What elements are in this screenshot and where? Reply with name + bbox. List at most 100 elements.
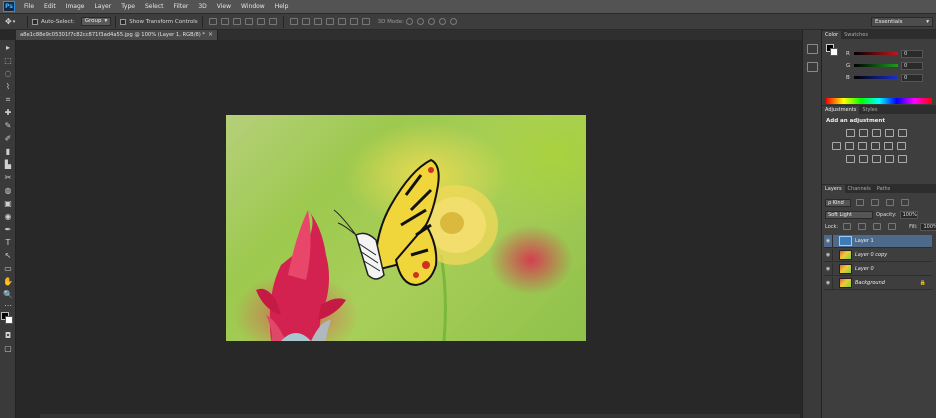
history-panel-icon[interactable] [807, 44, 818, 54]
fill-input[interactable]: 100% [920, 222, 936, 231]
menu-3d[interactable]: 3D [193, 3, 211, 10]
eye-icon[interactable]: ◉ [824, 248, 833, 262]
move-tool-icon[interactable]: ▸ [2, 42, 14, 53]
horizontal-scrollbar[interactable] [40, 414, 800, 418]
blur-tool-icon[interactable]: ▣ [2, 198, 14, 209]
channel-mixer-icon[interactable] [884, 142, 893, 150]
distribute-right-icon[interactable] [349, 18, 358, 25]
distribute-top-icon[interactable] [289, 18, 298, 25]
filter-type-icon[interactable] [886, 199, 894, 206]
auto-align-icon[interactable] [361, 18, 370, 25]
more-tools-icon[interactable]: ⋯ [2, 300, 14, 311]
lasso-tool-icon[interactable]: ◌ [2, 68, 14, 79]
tab-paths[interactable]: Paths [874, 185, 894, 193]
quick-select-tool-icon[interactable]: ⌇ [2, 81, 14, 92]
exposure-icon[interactable] [885, 129, 894, 137]
menu-layer[interactable]: Layer [89, 3, 116, 10]
gradient-map-icon[interactable] [885, 155, 894, 163]
lock-transparent-icon[interactable] [843, 223, 852, 230]
distribute-bottom-icon[interactable] [313, 18, 322, 25]
auto-select-dropdown[interactable]: Group ▾ [80, 17, 112, 26]
posterize-icon[interactable] [859, 155, 868, 163]
history-brush-tool-icon[interactable]: ▙ [2, 159, 14, 170]
path-select-tool-icon[interactable]: ↖ [2, 250, 14, 261]
filter-adjustment-icon[interactable] [871, 199, 879, 206]
document-image[interactable] [226, 115, 586, 341]
levels-icon[interactable] [859, 129, 868, 137]
blue-value[interactable]: 0 [901, 73, 923, 82]
3d-scale-icon[interactable] [449, 18, 457, 25]
hue-saturation-icon[interactable] [832, 142, 841, 150]
close-icon[interactable]: × [208, 30, 213, 40]
document-tab[interactable]: a8e1c88e9c05301f7c82cc871f3ad4a55.jpg @ … [16, 30, 218, 40]
lock-all-icon[interactable] [888, 223, 897, 230]
menu-select[interactable]: Select [140, 3, 169, 10]
background-color-swatch[interactable] [830, 48, 838, 56]
layer-row[interactable]: ◉ Layer 0 [824, 262, 932, 276]
show-transform-checkbox[interactable] [120, 18, 127, 25]
align-vcenter-icon[interactable] [220, 18, 229, 25]
menu-help[interactable]: Help [270, 3, 294, 10]
color-spectrum-ramp[interactable] [826, 98, 932, 104]
move-tool-icon[interactable]: ✥ ▾ [5, 17, 23, 26]
distribute-left-icon[interactable] [325, 18, 334, 25]
marquee-tool-icon[interactable]: ⬚ [2, 55, 14, 66]
menu-file[interactable]: File [19, 3, 39, 10]
canvas-area[interactable] [16, 40, 802, 418]
quick-mask-icon[interactable]: ◘ [2, 330, 14, 341]
menu-image[interactable]: Image [61, 3, 90, 10]
eye-icon[interactable]: ◉ [824, 234, 833, 248]
photo-filter-icon[interactable] [871, 142, 880, 150]
invert-icon[interactable] [846, 155, 855, 163]
dodge-tool-icon[interactable]: ◉ [2, 211, 14, 222]
background-color-swatch[interactable] [5, 316, 13, 324]
green-value[interactable]: 0 [901, 61, 923, 70]
color-lookup-icon[interactable] [897, 142, 906, 150]
red-slider[interactable] [854, 52, 898, 55]
blue-slider[interactable] [854, 76, 898, 79]
filter-pixel-icon[interactable] [856, 199, 864, 206]
align-left-icon[interactable] [244, 18, 253, 25]
layer-row[interactable]: ◉ Layer 1 [824, 234, 932, 248]
eye-icon[interactable]: ◉ [824, 262, 833, 276]
eraser-tool-icon[interactable]: ✂ [2, 172, 14, 183]
hand-tool-icon[interactable]: ✋ [2, 276, 14, 287]
brush-tool-icon[interactable]: ✐ [2, 133, 14, 144]
tab-styles[interactable]: Styles [859, 106, 880, 114]
align-hcenter-icon[interactable] [256, 18, 265, 25]
vibrance-icon[interactable] [898, 129, 907, 137]
crop-tool-icon[interactable]: ⌗ [2, 94, 14, 105]
3d-drag-icon[interactable] [427, 18, 435, 25]
tab-adjustments[interactable]: Adjustments [822, 106, 860, 114]
auto-select-checkbox[interactable] [32, 18, 38, 25]
black-white-icon[interactable] [858, 142, 867, 150]
tab-channels[interactable]: Channels [845, 185, 874, 193]
align-top-icon[interactable] [208, 18, 217, 25]
pen-tool-icon[interactable]: ✒ [2, 224, 14, 235]
selective-color-icon[interactable] [898, 155, 907, 163]
blend-mode-dropdown[interactable]: Soft Light [825, 210, 873, 219]
lock-image-icon[interactable] [858, 223, 867, 230]
tab-swatches[interactable]: Swatches [841, 31, 871, 39]
color-balance-icon[interactable] [845, 142, 854, 150]
green-slider[interactable] [854, 64, 898, 67]
clone-stamp-tool-icon[interactable]: ▮ [2, 146, 14, 157]
menu-window[interactable]: Window [236, 3, 270, 10]
menu-type[interactable]: Type [116, 3, 140, 10]
lock-position-icon[interactable] [873, 223, 882, 230]
curves-icon[interactable] [872, 129, 881, 137]
tab-color[interactable]: Color [822, 31, 842, 39]
distribute-hcenter-icon[interactable] [337, 18, 346, 25]
threshold-icon[interactable] [872, 155, 881, 163]
opacity-input[interactable]: 100% [899, 210, 918, 219]
brightness-icon[interactable] [846, 129, 855, 137]
filter-shape-icon[interactable] [901, 199, 909, 206]
red-value[interactable]: 0 [901, 49, 923, 58]
eyedropper-tool-icon[interactable]: ✚ [2, 107, 14, 118]
3d-roll-icon[interactable] [416, 18, 424, 25]
gradient-tool-icon[interactable]: ◍ [2, 185, 14, 196]
zoom-tool-icon[interactable]: 🔍 [2, 289, 14, 300]
screen-mode-icon[interactable]: ▢ [2, 343, 14, 354]
layer-row[interactable]: ◉ Background 🔒 [824, 276, 932, 290]
menu-view[interactable]: View [212, 3, 236, 10]
